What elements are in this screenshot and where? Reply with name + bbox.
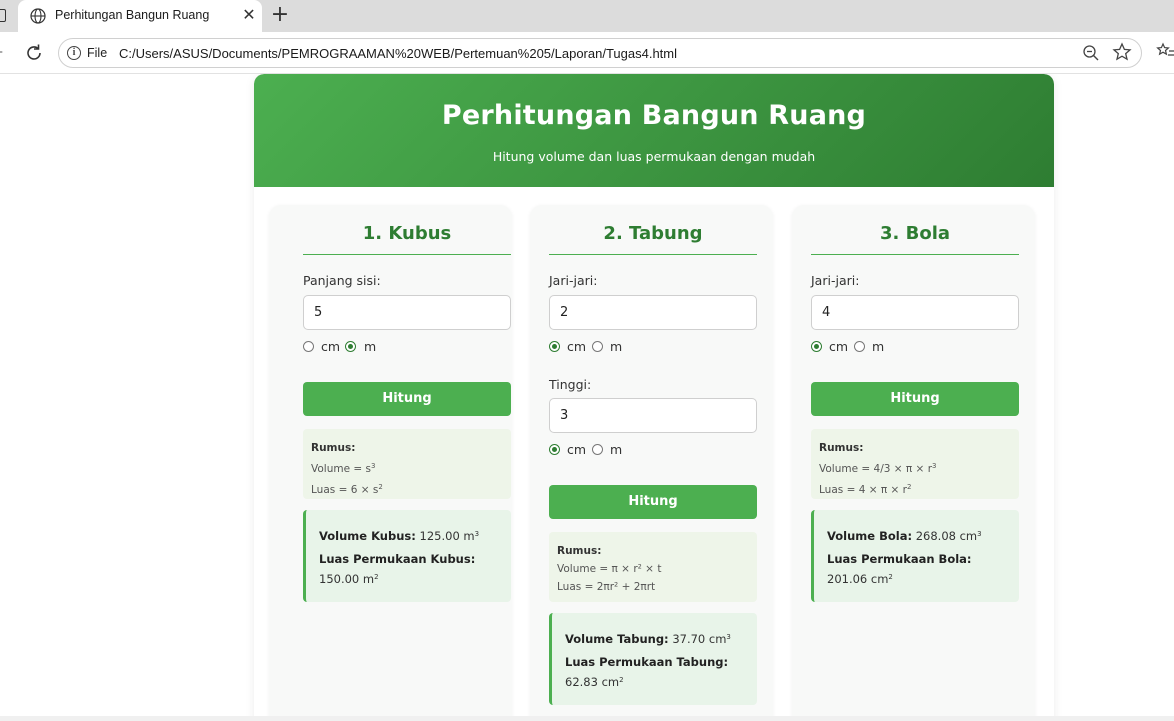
- formula-volume: Volume = π × r² × t: [557, 563, 662, 575]
- address-bar-row: – i File C:/Users/ASUS/Documents/PEMROGR…: [0, 32, 1174, 74]
- unit-m-radio[interactable]: [345, 341, 356, 352]
- formula-heading: Rumus:: [557, 545, 602, 557]
- page-viewport: Perhitungan Bangun Ruang Hitung volume d…: [0, 74, 1174, 716]
- jari-jari-label: Jari-jari:: [549, 273, 598, 288]
- unit-m-label: m: [610, 442, 623, 457]
- formula-box: Rumus: Volume = π × r² × t Luas = 2πr² +…: [549, 532, 757, 602]
- result-volume: Volume Tabung: 37.70 cm3: [565, 632, 731, 646]
- zoom-out-icon[interactable]: [1082, 44, 1100, 62]
- card-kubus: 1. Kubus Panjang sisi: 5 cm m Hitung Rum…: [269, 205, 512, 716]
- jari-jari-label: Jari-jari:: [811, 273, 860, 288]
- globe-icon: [30, 8, 46, 24]
- unit-m-label: m: [610, 339, 623, 354]
- back-icon[interactable]: –: [0, 44, 3, 60]
- formula-heading: Rumus:: [311, 442, 356, 454]
- unit-m-radio[interactable]: [592, 444, 603, 455]
- hitung-bola-button[interactable]: Hitung: [811, 382, 1019, 416]
- unit-m-label: m: [364, 339, 377, 354]
- address-bar[interactable]: i File C:/Users/ASUS/Documents/PEMROGRAA…: [58, 38, 1142, 68]
- unit-cm-radio[interactable]: [303, 341, 314, 352]
- card-bola: 3. Bola Jari-jari: 4 cm m Hitung Rumus: …: [792, 205, 1035, 716]
- result-box: Volume Bola: 268.08 cm3 Luas Permukaan B…: [811, 510, 1019, 602]
- url-text[interactable]: C:/Users/ASUS/Documents/PEMROGRAAMAN%20W…: [119, 46, 677, 61]
- unit-cm-label: cm: [321, 339, 341, 354]
- reload-icon[interactable]: [22, 41, 46, 65]
- card-title: 1. Kubus: [303, 223, 511, 255]
- formula-box: Rumus: Volume = 4/3 × π × r3 Luas = 4 × …: [811, 429, 1019, 499]
- calculator-container: Perhitungan Bangun Ruang Hitung volume d…: [254, 74, 1054, 716]
- formula-volume: Volume = 4/3 × π × r3: [819, 462, 937, 475]
- jari-jari-input[interactable]: 4: [811, 295, 1019, 330]
- browser-tab-bar: Perhitungan Bangun Ruang ✕ +: [0, 0, 1174, 32]
- tinggi-input[interactable]: 3: [549, 398, 757, 433]
- formula-luas: Luas = 6 × s2: [311, 483, 383, 496]
- info-icon[interactable]: i: [67, 46, 81, 60]
- tab-actions-icon[interactable]: [0, 9, 6, 22]
- card-title: 3. Bola: [811, 223, 1019, 255]
- unit-cm-radio[interactable]: [549, 444, 560, 455]
- formula-heading: Rumus:: [819, 442, 864, 454]
- formula-volume: Volume = s3: [311, 462, 376, 475]
- star-icon[interactable]: [1112, 42, 1132, 62]
- page-subtitle: Hitung volume dan luas permukaan dengan …: [492, 149, 816, 164]
- tab-title: Perhitungan Bangun Ruang: [55, 8, 210, 22]
- unit-m-radio[interactable]: [592, 341, 603, 352]
- unit-m-radio[interactable]: [854, 341, 865, 352]
- close-icon[interactable]: ✕: [239, 5, 259, 25]
- formula-luas: Luas = 2πr² + 2πrt: [557, 581, 656, 593]
- formula-luas: Luas = 4 × π × r2: [819, 483, 912, 496]
- file-label: File: [87, 46, 108, 60]
- page-header: Perhitungan Bangun Ruang Hitung volume d…: [254, 74, 1054, 187]
- horizontal-scrollbar[interactable]: [0, 716, 1174, 721]
- sisi-input[interactable]: 5: [303, 295, 511, 330]
- jari-jari-input[interactable]: 2: [549, 295, 757, 330]
- result-volume: Volume Bola: 268.08 cm3: [827, 529, 982, 543]
- browser-tab[interactable]: Perhitungan Bangun Ruang ✕: [18, 0, 262, 32]
- result-luas: Luas Permukaan Tabung: 62.83 cm2: [565, 655, 729, 689]
- new-tab-button[interactable]: +: [268, 4, 292, 28]
- result-luas: Luas Permukaan Bola: 201.06 cm2: [827, 552, 972, 586]
- hitung-tabung-button[interactable]: Hitung: [549, 485, 757, 519]
- card-tabung: 2. Tabung Jari-jari: 2 cm m Tinggi: 3 cm…: [530, 205, 773, 716]
- tinggi-label: Tinggi:: [549, 377, 592, 392]
- result-box: Volume Tabung: 37.70 cm3 Luas Permukaan …: [549, 613, 757, 705]
- result-box: Volume Kubus: 125.00 m3 Luas Permukaan K…: [303, 510, 511, 602]
- unit-cm-label: cm: [829, 339, 849, 354]
- unit-cm-radio[interactable]: [811, 341, 822, 352]
- formula-box: Rumus: Volume = s3 Luas = 6 × s2: [303, 429, 511, 499]
- unit-cm-label: cm: [567, 442, 587, 457]
- result-luas: Luas Permukaan Kubus: 150.00 m2: [319, 552, 476, 586]
- favorites-list-icon[interactable]: [1156, 42, 1174, 62]
- unit-cm-radio[interactable]: [549, 341, 560, 352]
- unit-cm-label: cm: [567, 339, 587, 354]
- card-title: 2. Tabung: [549, 223, 757, 255]
- page-title: Perhitungan Bangun Ruang: [441, 100, 867, 131]
- unit-m-label: m: [872, 339, 885, 354]
- result-volume: Volume Kubus: 125.00 m3: [319, 529, 480, 543]
- sisi-label: Panjang sisi:: [303, 273, 381, 288]
- hitung-kubus-button[interactable]: Hitung: [303, 382, 511, 416]
